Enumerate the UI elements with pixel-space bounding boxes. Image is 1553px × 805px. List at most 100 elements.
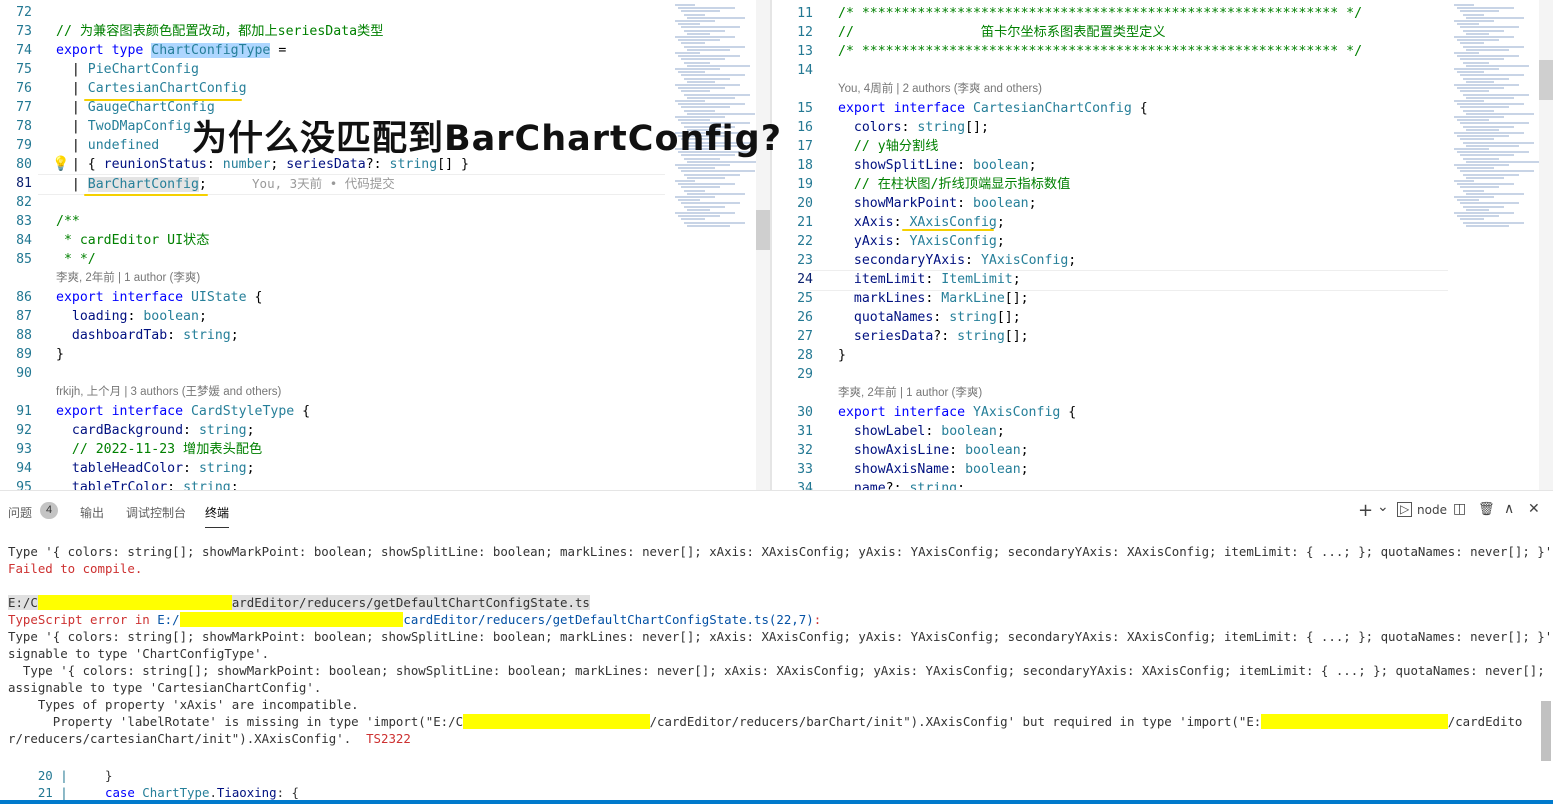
trash-icon[interactable]: 🗑 [1478,502,1495,517]
chevron-down-icon[interactable]: ⌄ [1377,499,1389,515]
line-content: tableHeadColor: string; [56,459,255,478]
lightbulb-icon[interactable]: 💡 [52,155,69,174]
codelens-authors[interactable]: frkijh, 上个月 | 3 authors (王梦媛 and others) [56,384,281,401]
code-token: : [813,612,822,627]
minimap-line [1457,167,1494,170]
code-line[interactable]: 28} [772,346,1553,365]
line-number: 82 [16,195,32,210]
code-line[interactable]: 93 // 2022-11-23 增加表头配色 [0,440,770,459]
terminal-scrollbar[interactable] [1541,701,1551,761]
code-line[interactable]: 27 seriesData?: string[]; [772,327,1553,346]
line-number: 30 [797,405,813,420]
code-line[interactable]: 20 showMarkPoint: boolean; [772,194,1553,213]
terminal-name[interactable]: node [1417,503,1447,517]
code-line[interactable]: 11 /* ***********************************… [772,4,1553,23]
editor-scrollbar[interactable] [756,0,770,490]
code-token: ?: [885,481,910,490]
code-line[interactable]: 88 dashboardTab: string; [0,326,770,345]
code-line[interactable]: 19 // 在柱状图/折线顶端显示指标数值 [772,175,1553,194]
code-line[interactable]: 85 * */ [0,250,770,269]
line-number: 12 [797,25,813,40]
code-line[interactable]: 76 | CartesianChartConfig [0,79,770,98]
tab-terminal[interactable]: 终端 [205,504,230,528]
code-token: // y轴分割线 [853,139,939,154]
code-line[interactable]: 23 secondaryYAxis: YAxisConfig; [772,251,1553,270]
codelens-authors[interactable]: You, 4周前 | 2 authors (李爽 and others) [838,81,1042,98]
line-content: showAxisLine: boolean; [838,441,1029,460]
line-content: export interface CartesianChartConfig { [838,99,1148,118]
code-line[interactable]: 18 showSplitLine: boolean; [772,156,1553,175]
code-line[interactable]: 25 markLines: MarkLine[]; [772,289,1553,308]
code-line[interactable]: 72 [0,3,770,22]
code-token: } [56,347,64,362]
problems-count-badge: 4 [40,502,58,519]
line-number: 27 [797,329,813,344]
line-content: export type ChartConfigType = [56,41,286,60]
code-token: Type '{ colors: string[]; showMarkPoint:… [8,629,1553,644]
code-line[interactable]: 15 export interface CartesianChartConfig … [772,99,1553,118]
code-line[interactable]: 13 /* ***********************************… [772,42,1553,61]
code-line[interactable]: 74 export type ChartConfigType = [0,41,770,60]
scrollbar-thumb[interactable] [756,210,770,250]
code-token: []; [1004,291,1029,306]
line-number: 92 [16,423,32,438]
code-line[interactable]: 29 [772,365,1553,384]
code-token [1261,714,1448,729]
code-line[interactable]: 86 export interface UIState { [0,288,770,307]
code-line[interactable]: 75 | PieChartConfig [0,60,770,79]
right-editor[interactable]: 11 /* ***********************************… [772,0,1553,490]
code-line[interactable]: 91 export interface CardStyleType { [0,402,770,421]
minimap-line [675,164,730,166]
scrollbar-thumb[interactable] [1539,60,1553,100]
minimap-line [1457,199,1479,202]
add-terminal-icon[interactable]: + [1358,500,1373,521]
code-line[interactable]: 34 name?: string; [772,479,1553,490]
minimap-line [681,186,720,189]
code-token: CardStyleType [190,404,295,419]
code-line[interactable]: 81 | BarChartConfig; You, 3天前 • 代码提交 [0,174,770,193]
code-line[interactable]: 12 // 笛卡尔坐标系图表配置类型定义 [772,23,1553,42]
code-line[interactable]: 32 showAxisLine: boolean; [772,441,1553,460]
maximize-panel-icon[interactable]: ∧ [1504,501,1514,517]
minimap[interactable] [1452,0,1552,490]
code-line[interactable]: 17 // y轴分割线 [772,137,1553,156]
code-token: itemLimit [853,272,926,287]
code-token: : [183,461,199,476]
minimap-line [678,199,700,202]
code-line[interactable]: 33 showAxisName: boolean; [772,460,1553,479]
code-line[interactable]: 90 [0,364,770,383]
code-line[interactable]: 84 * cardEditor UI状态 [0,231,770,250]
tab-debug-console[interactable]: 调试控制台 [126,504,186,521]
codelens-authors[interactable]: 李爽, 2年前 | 1 author (李爽) [838,385,982,402]
code-line[interactable]: 21 xAxis: XAxisConfig; [772,213,1553,232]
code-line[interactable]: 89} [0,345,770,364]
left-editor[interactable]: 72 73 // 为兼容图表颜色配置改动，都加上seriesData类型 74 expo… [0,0,770,490]
code-token: CartesianChartConfig [87,81,247,96]
code-line[interactable]: 73 // 为兼容图表颜色配置改动，都加上seriesData类型 [0,22,770,41]
tab-problems[interactable]: 问题 [8,504,32,521]
code-line[interactable]: 87 loading: boolean; [0,307,770,326]
code-line[interactable]: 95 tableTrColor: string; [0,478,770,490]
minimap-line [684,45,745,48]
code-line[interactable]: 24 itemLimit: ItemLimit; [772,270,1553,289]
code-token: } [104,768,113,783]
code-line[interactable]: 83 /** [0,212,770,231]
codelens-authors[interactable]: 李爽, 2年前 | 1 author (李爽) [56,270,200,287]
code-line[interactable]: 92 cardBackground: string; [0,421,770,440]
code-line[interactable]: 14 [772,61,1553,80]
editor-scrollbar[interactable] [1539,0,1553,490]
code-token: string [909,481,958,490]
code-line[interactable]: 26 quotaNames: string[]; [772,308,1553,327]
split-terminal-icon[interactable]: ◫ [1453,501,1466,517]
minimap-line [684,13,705,16]
code-line[interactable]: 16 colors: string[]; [772,118,1553,137]
tab-output[interactable]: 输出 [80,504,104,521]
minimap-line [681,202,740,205]
code-line[interactable]: 31 showLabel: boolean; [772,422,1553,441]
code-line[interactable]: 30 export interface YAxisConfig { [772,403,1553,422]
minimap-line [687,16,745,19]
minimap-line [1460,186,1499,189]
code-line[interactable]: 22 yAxis: YAxisConfig; [772,232,1553,251]
code-line[interactable]: 94 tableHeadColor: string; [0,459,770,478]
close-panel-icon[interactable]: ✕ [1528,501,1540,517]
